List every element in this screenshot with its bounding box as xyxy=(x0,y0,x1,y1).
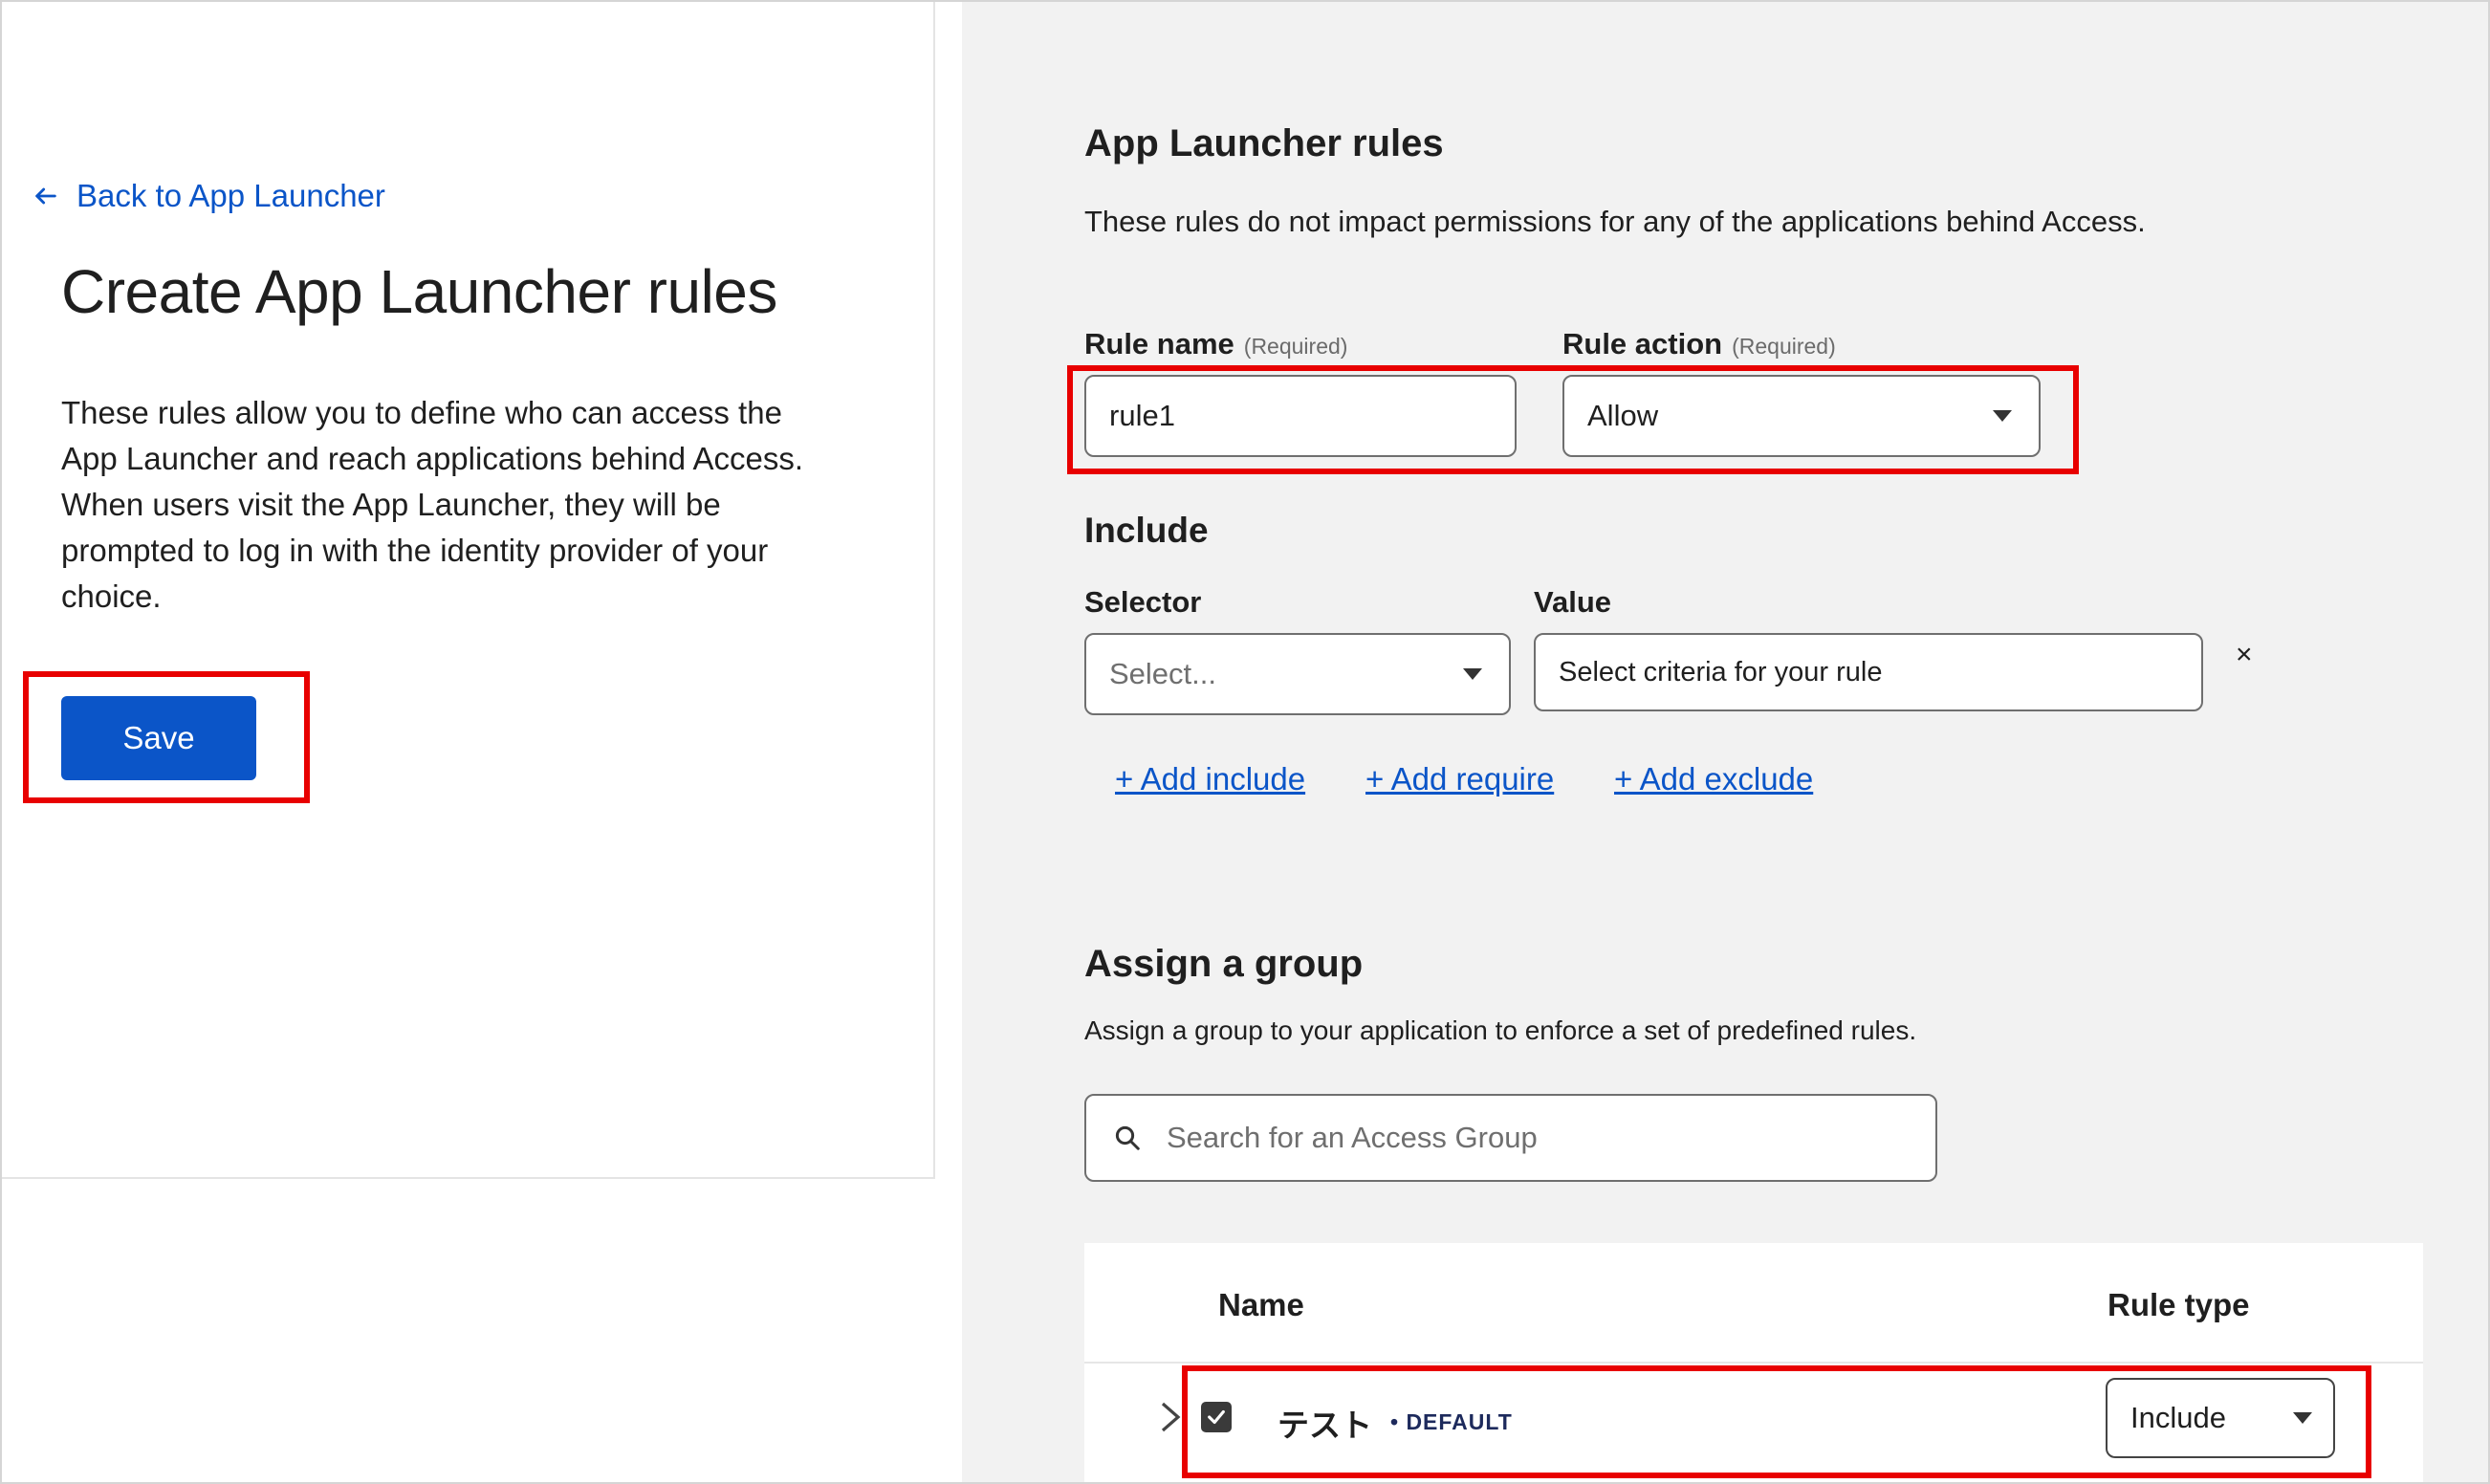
add-exclude-link[interactable]: + Add exclude xyxy=(1614,761,1813,797)
section-title: App Launcher rules xyxy=(1084,122,1444,164)
back-link-label: Back to App Launcher xyxy=(76,178,385,213)
col-name-header: Name xyxy=(1218,1287,1304,1322)
left-panel: Back to App Launcher Create App Launcher… xyxy=(0,0,935,1179)
section-description: These rules do not impact permissions fo… xyxy=(1084,205,2146,238)
table-row: テスト • DEFAULT Include xyxy=(1084,1364,2423,1484)
page-title: Create App Launcher rules xyxy=(61,257,777,326)
page-description: These rules allow you to define who can … xyxy=(61,395,804,614)
group-table: Name Rule type テスト • DEFAULT Include xyxy=(1084,1243,2423,1484)
chevron-down-icon xyxy=(1993,410,2012,422)
arrow-left-icon xyxy=(35,187,56,205)
chevron-right-icon[interactable] xyxy=(1159,1400,1182,1434)
col-rule-type-header: Rule type xyxy=(2108,1287,2250,1322)
chevron-down-icon xyxy=(2293,1412,2312,1424)
group-title: Assign a group xyxy=(1084,943,1364,985)
right-panel: App Launcher rules These rules do not im… xyxy=(962,0,2490,1484)
table-header: Name Rule type xyxy=(1084,1243,2423,1364)
row-checkbox[interactable] xyxy=(1201,1402,1232,1432)
chevron-down-icon xyxy=(1463,668,1482,680)
check-icon xyxy=(1208,1409,1225,1425)
add-require-link[interactable]: + Add require xyxy=(1365,761,1554,797)
save-button[interactable]: Save xyxy=(61,696,256,780)
back-link[interactable]: Back to App Launcher xyxy=(33,178,385,214)
include-title: Include xyxy=(1084,511,1209,550)
group-search-input[interactable]: Search for an Access Group xyxy=(1084,1094,1937,1182)
rule-name-required: (Required) xyxy=(1243,334,1348,359)
rule-type-select[interactable]: Include xyxy=(2106,1378,2335,1458)
group-description: Assign a group to your application to en… xyxy=(1084,1015,1917,1045)
rule-name-label: Rule name (Required) xyxy=(1084,327,1348,360)
remove-rule-icon[interactable]: × xyxy=(2236,639,2253,671)
rule-action-required: (Required) xyxy=(1732,334,1836,359)
rule-action-label: Rule action (Required) xyxy=(1562,327,1836,360)
selector-label: Selector xyxy=(1084,585,1202,619)
value-input[interactable]: Select criteria for your rule xyxy=(1534,633,2203,711)
row-name: テスト xyxy=(1278,1408,1372,1443)
search-icon xyxy=(1115,1125,1140,1150)
rule-name-input[interactable]: rule1 xyxy=(1084,375,1517,457)
value-label: Value xyxy=(1534,585,1611,619)
rule-action-select[interactable]: Allow xyxy=(1562,375,2041,457)
default-badge: • DEFAULT xyxy=(1390,1409,1513,1434)
selector-select[interactable]: Select... xyxy=(1084,633,1511,715)
add-include-link[interactable]: + Add include xyxy=(1115,761,1305,797)
